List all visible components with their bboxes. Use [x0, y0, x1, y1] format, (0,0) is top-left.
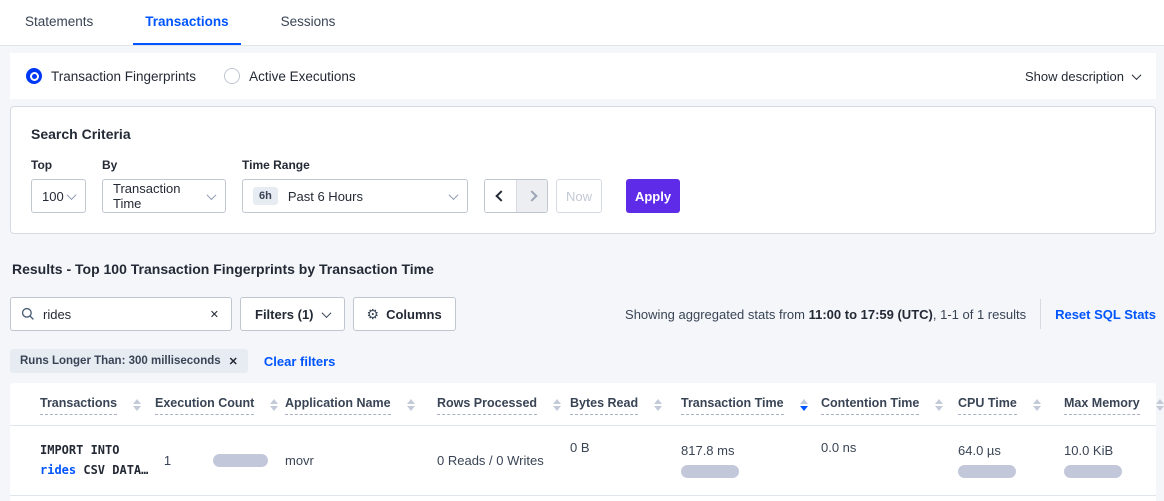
time-next-button[interactable]	[516, 180, 547, 212]
cell-application-name: movr	[285, 426, 437, 495]
cell-contention-time: 0.0 ns	[821, 426, 958, 495]
results-heading: Results - Top 100 Transaction Fingerprin…	[10, 261, 1156, 277]
search-criteria-panel: Search Criteria Top 100 By Transaction T…	[10, 106, 1156, 234]
sort-icon	[1033, 399, 1041, 411]
column-header-execution-count[interactable]: Execution Count	[155, 383, 285, 425]
cell-execution-count: 1	[155, 426, 285, 495]
max-memory-bar	[1064, 465, 1122, 478]
column-header-transactions[interactable]: Transactions	[10, 383, 155, 425]
by-select-value: Transaction Time	[113, 181, 208, 211]
show-description-label: Show description	[1025, 69, 1124, 84]
active-filters-row: Runs Longer Than: 300 milliseconds ✕ Cle…	[10, 349, 1156, 373]
search-match-highlight: rides	[40, 463, 76, 477]
time-range-label: Time Range	[242, 158, 468, 172]
column-header-cpu-time[interactable]: CPU Time	[958, 383, 1064, 425]
top-field: Top 100	[31, 158, 86, 213]
sort-icon	[407, 399, 415, 411]
apply-button[interactable]: Apply	[626, 179, 680, 213]
column-header-max-memory[interactable]: Max Memory	[1064, 383, 1164, 425]
stats-time-range: 11:00 to 17:59 (UTC)	[809, 307, 933, 322]
transaction-time-bar	[681, 465, 739, 478]
columns-button[interactable]: ⚙ Columns	[353, 297, 456, 331]
column-header-application-name[interactable]: Application Name	[285, 383, 437, 425]
results-controls: ✕ Filters (1) ⚙ Columns Showing aggregat…	[10, 297, 1156, 331]
tab-sessions[interactable]: Sessions	[269, 0, 348, 45]
search-input[interactable]	[43, 307, 208, 322]
time-range-value: Past 6 Hours	[288, 189, 363, 204]
time-range-field: Time Range 6h Past 6 Hours	[242, 158, 468, 213]
clear-filters-link[interactable]: Clear filters	[264, 354, 336, 369]
radio-selected-icon	[26, 68, 42, 84]
time-range-badge: 6h	[253, 187, 278, 205]
sort-icon	[935, 399, 943, 411]
filters-button-label: Filters (1)	[255, 307, 314, 322]
tab-statements[interactable]: Statements	[13, 0, 105, 45]
by-label: By	[102, 158, 226, 172]
cpu-time-bar	[958, 465, 1016, 478]
top-select-value: 100	[42, 189, 64, 204]
radio-fingerprints-label: Transaction Fingerprints	[51, 69, 196, 84]
table-header-row: Transactions Execution Count Application…	[10, 383, 1156, 426]
top-label: Top	[31, 158, 86, 172]
top-select[interactable]: 100	[31, 179, 86, 213]
results-table: Transactions Execution Count Application…	[10, 383, 1156, 501]
column-header-contention-time[interactable]: Contention Time	[821, 383, 958, 425]
sort-icon	[553, 399, 561, 411]
filter-chip: Runs Longer Than: 300 milliseconds ✕	[10, 349, 248, 373]
search-criteria-title: Search Criteria	[31, 126, 1135, 142]
sort-icon	[133, 399, 141, 411]
chevron-down-icon	[321, 308, 331, 318]
search-icon	[21, 307, 35, 321]
radio-unselected-icon	[224, 68, 240, 84]
view-toggle-bar: Transaction Fingerprints Active Executio…	[10, 53, 1156, 99]
divider	[1040, 299, 1041, 329]
chevron-down-icon	[449, 190, 459, 200]
column-header-bytes-read[interactable]: Bytes Read	[570, 383, 681, 425]
table-row[interactable]: IMPORT INTO rides CSV DATA… 1 movr 0 Rea…	[10, 426, 1156, 496]
radio-active-executions-label: Active Executions	[249, 69, 356, 84]
time-prev-button[interactable]	[485, 180, 516, 212]
filters-button[interactable]: Filters (1)	[240, 297, 345, 331]
clear-search-icon[interactable]: ✕	[208, 306, 221, 323]
sort-icon	[654, 399, 662, 411]
cell-rows-processed: 0 Reads / 0 Writes	[437, 426, 570, 495]
aggregated-stats-text: Showing aggregated stats from 11:00 to 1…	[625, 307, 1026, 322]
radio-active-executions[interactable]: Active Executions	[224, 68, 356, 84]
sort-desc-active-icon	[800, 399, 808, 411]
radio-transaction-fingerprints[interactable]: Transaction Fingerprints	[26, 68, 196, 84]
show-description-toggle[interactable]: Show description	[1025, 69, 1140, 84]
time-nav-group	[484, 179, 548, 213]
time-range-select[interactable]: 6h Past 6 Hours	[242, 179, 468, 213]
by-select[interactable]: Transaction Time	[102, 179, 226, 213]
gear-icon: ⚙	[367, 306, 380, 323]
cell-bytes-read: 0 B	[570, 426, 681, 495]
sort-icon	[270, 399, 278, 411]
tab-transactions[interactable]: Transactions	[133, 0, 240, 45]
columns-button-label: Columns	[386, 307, 442, 322]
execution-count-bar	[213, 454, 268, 467]
chevron-down-icon	[67, 190, 77, 200]
now-button[interactable]: Now	[556, 179, 602, 213]
filter-chip-label: Runs Longer Than: 300 milliseconds	[20, 355, 221, 367]
chevron-left-icon	[495, 190, 506, 201]
reset-sql-stats-link[interactable]: Reset SQL Stats	[1055, 307, 1156, 322]
cell-cpu-time: 64.0 µs	[958, 426, 1064, 495]
close-icon[interactable]: ✕	[229, 355, 238, 368]
search-box: ✕	[10, 297, 232, 331]
column-header-transaction-time[interactable]: Transaction Time	[681, 383, 821, 425]
chevron-down-icon	[1132, 70, 1142, 80]
cell-transaction-time: 817.8 ms	[681, 426, 821, 495]
chevron-right-icon	[526, 190, 537, 201]
sort-icon	[1156, 399, 1164, 411]
column-header-rows-processed[interactable]: Rows Processed	[437, 383, 570, 425]
by-field: By Transaction Time	[102, 158, 226, 213]
transaction-fingerprint-link[interactable]: IMPORT INTO rides CSV DATA…	[40, 440, 147, 481]
cell-max-memory: 10.0 KiB	[1064, 426, 1156, 495]
cell-transaction: IMPORT INTO rides CSV DATA…	[10, 426, 155, 495]
page-tabs: Statements Transactions Sessions	[0, 0, 1164, 46]
